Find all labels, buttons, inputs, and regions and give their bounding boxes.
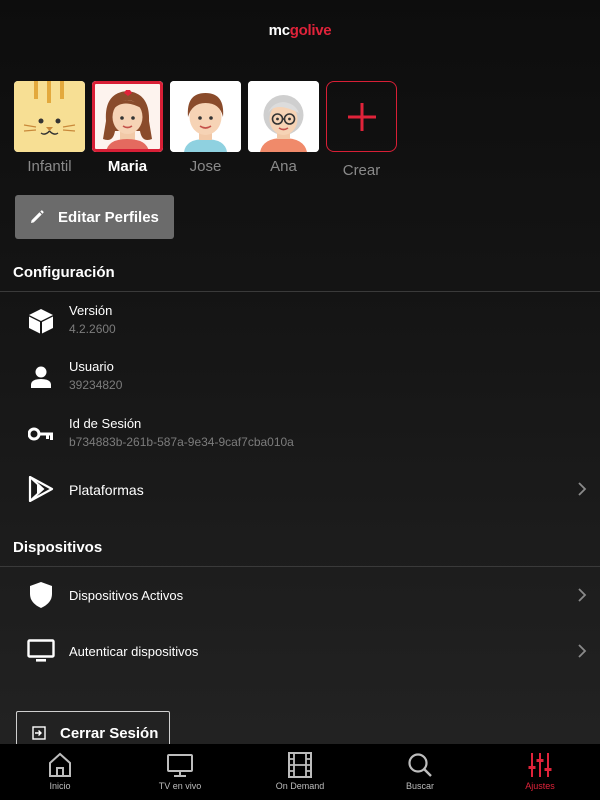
girl-avatar xyxy=(92,81,163,152)
tab-label: Ajustes xyxy=(525,781,555,791)
boy-avatar xyxy=(170,81,241,152)
devices-section-title: Dispositivos xyxy=(13,539,103,556)
profile-ana[interactable]: Ana xyxy=(248,81,319,179)
tab-ajustes[interactable]: Ajustes xyxy=(480,744,600,800)
app-logo: mcgolive xyxy=(0,22,600,39)
auth-devices-row[interactable]: Autenticar dispositivos xyxy=(0,626,600,676)
auth-devices-label: Autenticar dispositivos xyxy=(69,644,199,659)
film-icon xyxy=(288,752,312,778)
monitor-icon xyxy=(27,637,55,665)
platforms-row[interactable]: Plataformas xyxy=(0,464,600,514)
platforms-label: Plataformas xyxy=(69,482,144,498)
config-section-title: Configuración xyxy=(13,264,115,281)
edit-profiles-button[interactable]: Editar Perfiles xyxy=(15,195,174,239)
session-value: b734883b-261b-587a-9e34-9caf7cba010a xyxy=(69,435,294,449)
active-devices-row[interactable]: Dispositivos Activos xyxy=(0,570,600,620)
logo-mc: mc xyxy=(268,22,290,39)
divider xyxy=(0,566,600,567)
tab-on-demand[interactable]: On Demand xyxy=(240,744,360,800)
play-store-icon xyxy=(27,475,55,503)
chevron-right-icon xyxy=(578,644,587,658)
edit-profiles-label: Editar Perfiles xyxy=(58,208,159,226)
cat-avatar xyxy=(14,81,85,152)
grandma-avatar xyxy=(248,81,319,152)
profile-name: Infantil xyxy=(27,158,72,175)
logout-icon xyxy=(32,726,46,740)
profile-maria[interactable]: Maria xyxy=(92,81,163,179)
user-label: Usuario xyxy=(69,359,114,374)
home-icon xyxy=(49,752,71,777)
create-profile-button[interactable]: Crear xyxy=(326,81,397,179)
session-row: Id de Sesión b734883b-261b-587a-9e34-9ca… xyxy=(0,409,600,459)
chevron-right-icon xyxy=(578,482,587,496)
tab-inicio[interactable]: Inicio xyxy=(0,744,120,800)
user-icon xyxy=(27,363,55,391)
sliders-icon xyxy=(528,753,552,777)
plus-icon xyxy=(347,102,376,131)
pencil-icon xyxy=(31,210,44,223)
bottom-tab-bar: Inicio TV en vivo On Demand Buscar Ajust… xyxy=(0,744,600,800)
logout-label: Cerrar Sesión xyxy=(60,724,159,742)
divider xyxy=(0,291,600,292)
create-profile-box[interactable] xyxy=(326,81,397,152)
user-value: 39234820 xyxy=(69,378,123,392)
profile-name: Maria xyxy=(107,158,148,175)
version-row: Versión 4.2.2600 xyxy=(0,296,600,346)
shield-icon xyxy=(27,581,55,609)
user-row: Usuario 39234820 xyxy=(0,352,600,402)
tv-icon xyxy=(167,754,193,777)
tab-buscar[interactable]: Buscar xyxy=(360,744,480,800)
tab-label: Buscar xyxy=(405,781,434,791)
tab-label: On Demand xyxy=(275,781,325,791)
profile-selector: Infantil Maria Jose Ana Crear xyxy=(14,81,397,179)
tab-tv-en-vivo[interactable]: TV en vivo xyxy=(120,744,240,800)
version-label: Versión xyxy=(69,303,113,318)
active-devices-label: Dispositivos Activos xyxy=(69,588,184,603)
tab-label: TV en vivo xyxy=(158,781,202,791)
profile-infantil[interactable]: Infantil xyxy=(14,81,85,179)
profile-jose[interactable]: Jose xyxy=(170,81,241,179)
logo-golive: golive xyxy=(289,22,332,39)
chevron-right-icon xyxy=(578,588,587,602)
version-value: 4.2.2600 xyxy=(69,322,116,336)
search-icon xyxy=(408,753,432,777)
box-icon xyxy=(27,307,55,335)
profile-name: Ana xyxy=(270,158,297,175)
session-label: Id de Sesión xyxy=(69,416,142,431)
key-icon xyxy=(27,420,55,448)
create-label: Crear xyxy=(342,162,381,179)
tab-label: Inicio xyxy=(49,781,71,791)
profile-name: Jose xyxy=(189,158,222,175)
